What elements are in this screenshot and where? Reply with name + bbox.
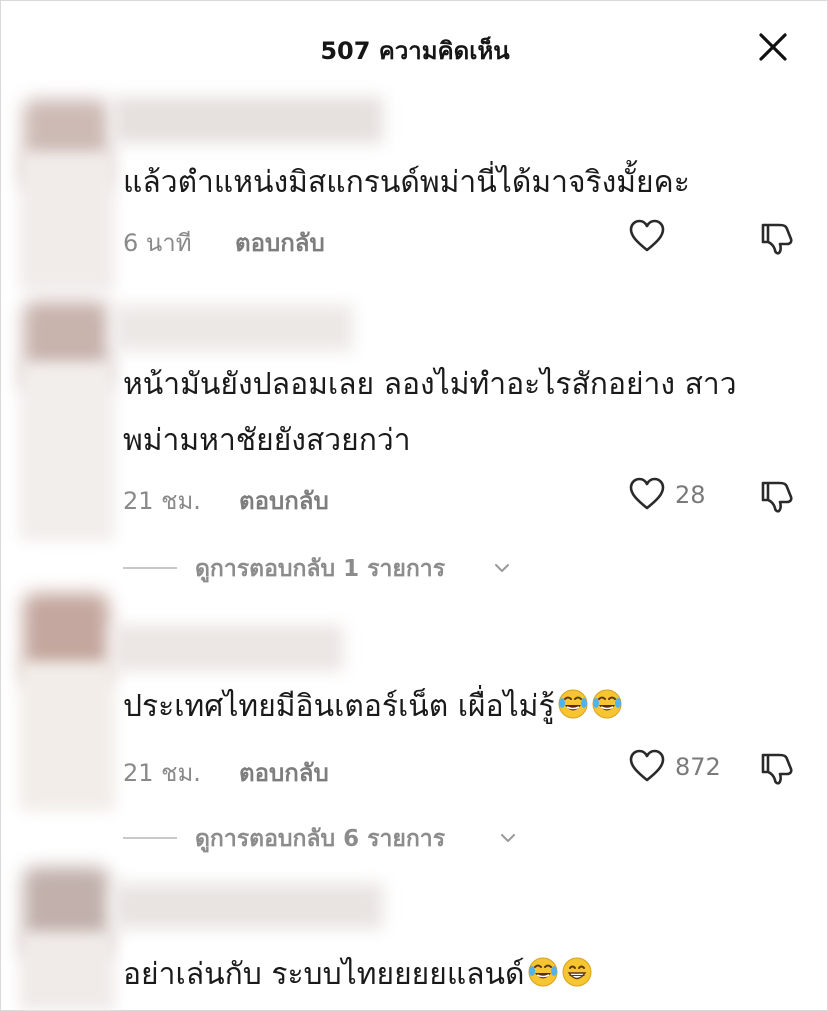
username-blurred[interactable] [113,305,353,351]
comment-text-line-2: พม่ามหาชัยยังสวยกว่า [123,423,411,458]
like-button[interactable] [627,217,667,257]
reply-button[interactable]: ตอบกลับ [239,753,329,792]
comment-text-line-1: หน้ามันยังปลอมเลย ลองไม่ทำอะไรสักอย่าง ส… [123,367,737,402]
face-with-tears-of-joy-emoji [528,957,558,987]
avatar-shadow [19,151,115,291]
replies-divider-line [123,567,177,569]
close-icon [759,33,787,61]
heart-icon [629,749,665,782]
comment-meta: 6 นาที ตอบกลับ [123,223,343,257]
comment-meta: 21 ชม. ตอบกลับ [123,753,363,787]
comment-timestamp: 21 ชม. [123,759,201,787]
view-replies-label: ดูการตอบกลับ 6 รายการ [195,826,446,852]
comment-text: แล้วตำแหน่งมิสแกรนด์พม่านี่ได้มาจริงมั้ย… [123,165,690,200]
username-blurred[interactable] [113,883,383,929]
like-count: 28 [675,481,706,509]
reply-button[interactable]: ตอบกลับ [235,223,325,262]
like-button[interactable]: 872 [627,747,737,787]
comments-count-title: 507 ความคิดเห็น [320,37,510,65]
comment-text: ประเทศไทยมีอินเตอร์เน็ต เผื่อไม่รู้ [123,679,813,735]
view-replies-button[interactable]: ดูการตอบกลับ 6 รายการ [123,821,523,855]
chevron-down-icon [501,834,515,842]
thumbs-down-icon[interactable] [757,747,797,787]
heart-icon [629,219,665,252]
comment-timestamp: 6 นาที [123,229,192,257]
face-with-tears-of-joy-emoji [592,689,622,719]
comment-text: อย่าเล่นกับ ระบบไทยยยยแลนด์ [123,947,813,1003]
like-count: 872 [675,753,721,781]
view-replies-button[interactable]: ดูการตอบกลับ 1 รายการ [123,551,523,585]
avatar-shadow [19,931,115,1011]
comments-header: 507 ความคิดเห็น [1,1,828,93]
username-blurred[interactable] [113,625,343,671]
close-button[interactable] [753,27,793,67]
like-button[interactable]: 28 [627,475,737,515]
comments-panel: 507 ความคิดเห็น แล้วตำแหน่งมิสแกรนด์พม่า… [0,0,828,1011]
face-with-tears-of-joy-emoji [558,689,588,719]
comment-meta: 21 ชม. ตอบกลับ [123,481,363,515]
replies-divider-line [123,837,177,839]
chevron-down-icon [495,564,509,572]
comment-timestamp: 21 ชม. [123,487,201,515]
thumbs-down-icon[interactable] [757,475,797,515]
reply-button[interactable]: ตอบกลับ [239,481,329,520]
comment-text-content: ประเทศไทยมีอินเตอร์เน็ต เผื่อไม่รู้ [123,689,555,724]
grinning-face-emoji [562,957,592,987]
avatar-shadow [19,661,115,811]
thumbs-down-icon[interactable] [757,217,797,257]
avatar-shadow [19,361,115,541]
comment-text-content: อย่าเล่นกับ ระบบไทยยยยแลนด์ [123,957,525,992]
username-blurred[interactable] [113,97,383,143]
heart-icon [629,477,665,510]
view-replies-label: ดูการตอบกลับ 1 รายการ [195,556,446,582]
